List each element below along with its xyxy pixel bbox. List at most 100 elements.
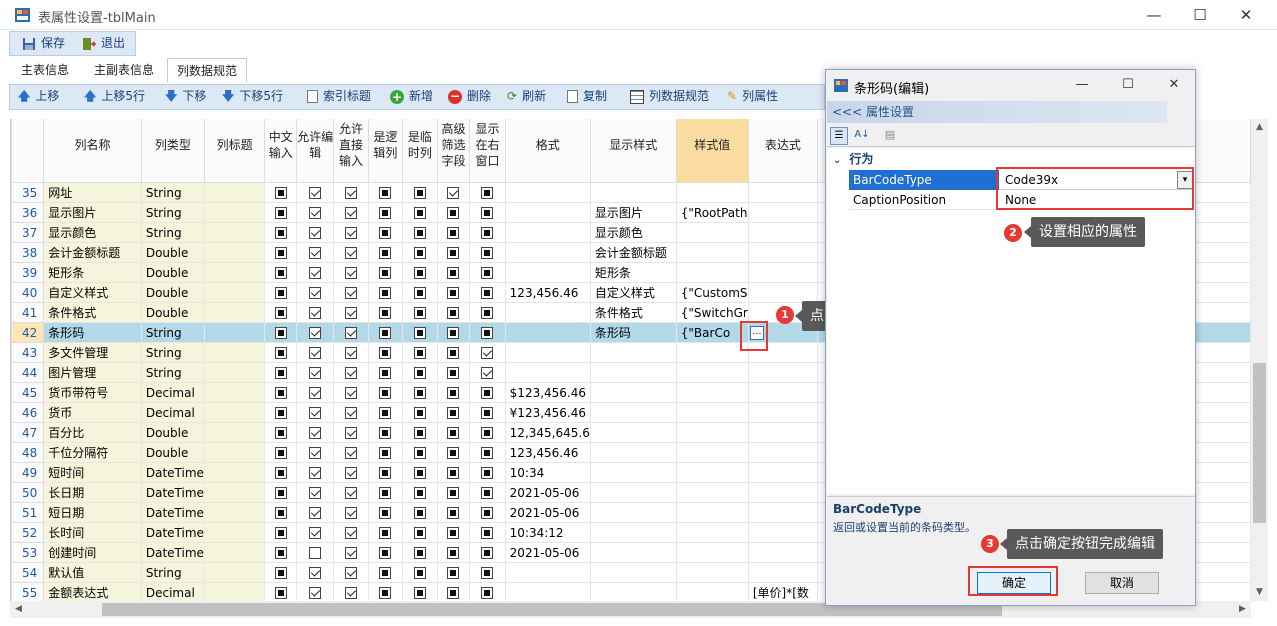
column-name-cell[interactable]: 千位分隔符: [43, 442, 142, 463]
row-number[interactable]: 43: [11, 342, 45, 363]
display-style-cell[interactable]: 显示图片: [589, 202, 677, 223]
checkbox-cell[interactable]: [436, 342, 471, 363]
expression-cell[interactable]: [747, 422, 818, 443]
checkbox[interactable]: [309, 287, 322, 299]
format-cell[interactable]: 2021-05-06: [504, 482, 591, 503]
format-cell[interactable]: [504, 242, 591, 263]
style-value-cell[interactable]: [675, 522, 749, 543]
checkbox[interactable]: [379, 507, 392, 519]
checkbox-cell[interactable]: [469, 182, 506, 203]
checkbox-cell[interactable]: [402, 562, 438, 583]
checkbox[interactable]: [309, 547, 322, 559]
checkbox[interactable]: [274, 467, 287, 479]
column-type-cell[interactable]: DateTime: [140, 522, 205, 543]
checkbox[interactable]: [309, 407, 322, 419]
expression-cell[interactable]: [747, 442, 818, 463]
cancel-button[interactable]: 取消: [1085, 572, 1159, 594]
column-title-cell[interactable]: [203, 542, 266, 563]
style-value-cell[interactable]: [675, 462, 749, 483]
row-number[interactable]: 40: [11, 282, 45, 303]
checkbox-cell[interactable]: [333, 462, 369, 483]
row-number[interactable]: 45: [11, 382, 45, 403]
column-title-cell[interactable]: [203, 282, 266, 303]
display-style-cell[interactable]: 显示颜色: [589, 222, 677, 243]
display-style-cell[interactable]: [589, 482, 677, 503]
checkbox[interactable]: [481, 267, 494, 279]
column-type-cell[interactable]: Decimal: [140, 582, 205, 601]
style-value-cell[interactable]: [675, 502, 749, 523]
row-number[interactable]: 35: [11, 182, 45, 203]
checkbox-cell[interactable]: [436, 222, 471, 243]
column-name-cell[interactable]: 默认值: [43, 562, 142, 583]
expression-cell[interactable]: [747, 502, 818, 523]
checkbox[interactable]: [481, 487, 494, 499]
checkbox[interactable]: [447, 247, 460, 259]
checkbox-cell[interactable]: [402, 362, 438, 383]
checkbox-cell[interactable]: [333, 482, 369, 503]
checkbox-cell[interactable]: [333, 422, 369, 443]
checkbox-cell[interactable]: [264, 462, 298, 483]
checkbox[interactable]: [344, 527, 357, 539]
display-style-cell[interactable]: [589, 522, 677, 543]
expression-cell[interactable]: [747, 362, 818, 383]
style-value-cell[interactable]: {"RootPath: [675, 202, 749, 223]
checkbox[interactable]: [274, 547, 287, 559]
checkbox-cell[interactable]: [469, 322, 506, 343]
checkbox[interactable]: [344, 327, 357, 339]
checkbox-cell[interactable]: [469, 442, 506, 463]
checkbox-cell[interactable]: [333, 542, 369, 563]
format-cell[interactable]: [504, 582, 591, 601]
checkbox-cell[interactable]: [436, 502, 471, 523]
display-style-cell[interactable]: [589, 422, 677, 443]
checkbox-cell[interactable]: [333, 322, 369, 343]
checkbox-cell[interactable]: [402, 482, 438, 503]
row-number[interactable]: 49: [11, 462, 45, 483]
checkbox-cell[interactable]: [264, 502, 298, 523]
checkbox-cell[interactable]: [436, 302, 471, 323]
checkbox[interactable]: [379, 387, 392, 399]
column-header[interactable]: 是逻辑列: [367, 119, 404, 183]
checkbox[interactable]: [447, 307, 460, 319]
column-header[interactable]: 列类型: [140, 119, 205, 183]
checkbox[interactable]: [309, 487, 322, 499]
checkbox-cell[interactable]: [296, 342, 335, 363]
checkbox[interactable]: [274, 407, 287, 419]
checkbox-cell[interactable]: [469, 502, 506, 523]
column-title-cell[interactable]: [203, 262, 266, 283]
column-title-cell[interactable]: [203, 462, 266, 483]
checkbox-cell[interactable]: [333, 522, 369, 543]
checkbox[interactable]: [274, 367, 287, 379]
column-properties-button[interactable]: ✎ 列属性: [727, 85, 778, 108]
column-name-cell[interactable]: 百分比: [43, 422, 142, 443]
checkbox-cell[interactable]: [333, 262, 369, 283]
categorized-icon[interactable]: ☰: [830, 127, 848, 145]
checkbox[interactable]: [379, 247, 392, 259]
checkbox-cell[interactable]: [264, 302, 298, 323]
checkbox[interactable]: [379, 407, 392, 419]
checkbox[interactable]: [274, 207, 287, 219]
checkbox-cell[interactable]: [402, 242, 438, 263]
style-value-cell[interactable]: [675, 242, 749, 263]
checkbox[interactable]: [344, 307, 357, 319]
checkbox[interactable]: [413, 407, 426, 419]
move-down-5-button[interactable]: 🡇 下移5行: [222, 85, 283, 108]
tab-main-sub-table-info[interactable]: 主副表信息: [83, 58, 165, 82]
checkbox-cell[interactable]: [469, 302, 506, 323]
column-title-cell[interactable]: [203, 442, 266, 463]
dialog-minimize-button[interactable]: —: [1059, 70, 1105, 100]
row-number[interactable]: 44: [11, 362, 45, 383]
checkbox-cell[interactable]: [264, 222, 298, 243]
checkbox-cell[interactable]: [469, 482, 506, 503]
column-title-cell[interactable]: [203, 522, 266, 543]
checkbox-cell[interactable]: [367, 402, 404, 423]
column-title-cell[interactable]: [203, 382, 266, 403]
checkbox-cell[interactable]: [436, 362, 471, 383]
checkbox[interactable]: [309, 447, 322, 459]
checkbox[interactable]: [413, 507, 426, 519]
row-number[interactable]: 47: [11, 422, 45, 443]
checkbox-cell[interactable]: [296, 322, 335, 343]
checkbox-cell[interactable]: [264, 182, 298, 203]
format-cell[interactable]: $123,456.46: [504, 382, 591, 403]
row-number[interactable]: 37: [11, 222, 45, 243]
checkbox-cell[interactable]: [333, 202, 369, 223]
